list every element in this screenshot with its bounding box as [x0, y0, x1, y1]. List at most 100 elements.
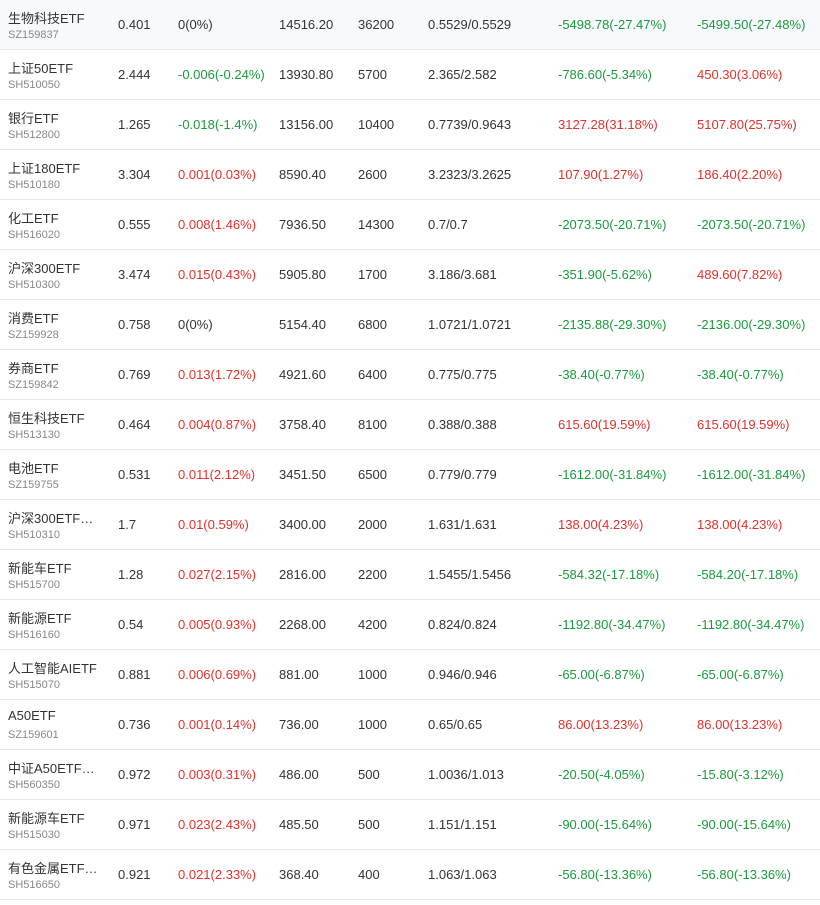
holding-row[interactable]: 上证50ETF SH510050 2.444 -0.006(-0.24%) 13…: [0, 50, 820, 100]
fund-name[interactable]: 中证A50ETF…: [8, 758, 95, 777]
fund-name-cell: 电池ETF SZ159755: [8, 450, 108, 499]
holding-quantity: 10400: [358, 117, 395, 132]
current-price: 0.758: [118, 317, 151, 332]
holding-quantity: 1000: [358, 717, 387, 732]
holding-row[interactable]: A50ETF SZ159601 0.736 0.001(0.14%) 736.0…: [0, 700, 820, 750]
fund-name[interactable]: 新能源ETF: [8, 608, 72, 627]
fund-code: SZ159601: [8, 729, 59, 741]
fund-name[interactable]: 上证180ETF: [8, 158, 80, 177]
cost-price: 1.0036/1.013: [428, 767, 504, 782]
fund-name[interactable]: 沪深300ETF: [8, 258, 80, 277]
total-profit-loss: -1612.00(-31.84%): [697, 467, 806, 482]
price-change: 0.001(0.03%): [178, 167, 257, 182]
current-price: 1.28: [118, 567, 144, 582]
holding-row[interactable]: 沪深300ETF… SH510310 1.7 0.01(0.59%) 3400.…: [0, 500, 820, 550]
total-profit-loss: -90.00(-15.64%): [697, 817, 791, 832]
cost-price: 0.5529/0.5529: [428, 17, 512, 32]
fund-name[interactable]: 恒生科技ETF: [8, 408, 85, 427]
market-value: 4921.60: [279, 367, 326, 382]
holding-row[interactable]: 消费ETF SZ159928 0.758 0(0%) 5154.40 6800 …: [0, 300, 820, 350]
price-change: 0.004(0.87%): [178, 417, 257, 432]
fund-name[interactable]: 电池ETF: [8, 458, 59, 477]
market-value: 14516.20: [279, 17, 334, 32]
holding-row[interactable]: 电池ETF SZ159755 0.531 0.011(2.12%) 3451.5…: [0, 450, 820, 500]
cost-price: 0.65/0.65: [428, 717, 483, 732]
holding-row[interactable]: 新能车ETF SH515700 1.28 0.027(2.15%) 2816.0…: [0, 550, 820, 600]
fund-name[interactable]: 券商ETF: [8, 358, 59, 377]
position-profit-loss: -786.60(-5.34%): [558, 67, 652, 82]
fund-name-cell: 新能车ETF SH515700: [8, 550, 108, 599]
fund-name[interactable]: 新能车ETF: [8, 558, 72, 577]
holding-row[interactable]: 券商ETF SZ159842 0.769 0.013(1.72%) 4921.6…: [0, 350, 820, 400]
fund-name-cell: 沪深300ETF… SH510310: [8, 500, 108, 549]
price-change: 0.013(1.72%): [178, 367, 257, 382]
holding-row[interactable]: 生物科技ETF SZ159837 0.401 0(0%) 14516.20 36…: [0, 0, 820, 50]
price-change: 0.023(2.43%): [178, 817, 257, 832]
fund-name[interactable]: 人工智能AIETF: [8, 658, 97, 677]
fund-name[interactable]: 上证50ETF: [8, 58, 73, 77]
fund-name[interactable]: 有色金属ETF…: [8, 858, 98, 877]
holding-row[interactable]: 有色金属ETF… SH516650 0.921 0.021(2.33%) 368…: [0, 850, 820, 900]
market-value: 368.40: [279, 867, 319, 882]
fund-name-cell: 生物科技ETF SZ159837: [8, 0, 108, 49]
fund-name-cell: 有色金属ETF… SH516650: [8, 850, 108, 899]
holding-quantity: 500: [358, 817, 380, 832]
holdings-table: 生物科技ETF SZ159837 0.401 0(0%) 14516.20 36…: [0, 0, 820, 900]
holding-row[interactable]: 恒生科技ETF SH513130 0.464 0.004(0.87%) 3758…: [0, 400, 820, 450]
market-value: 881.00: [279, 667, 319, 682]
fund-code: SH510300: [8, 279, 60, 291]
holding-row[interactable]: 中证A50ETF… SH560350 0.972 0.003(0.31%) 48…: [0, 750, 820, 800]
position-profit-loss: 86.00(13.23%): [558, 717, 644, 732]
total-profit-loss: -2073.50(-20.71%): [697, 217, 806, 232]
cost-price: 0.7739/0.9643: [428, 117, 512, 132]
total-profit-loss: 489.60(7.82%): [697, 267, 783, 282]
current-price: 0.971: [118, 817, 151, 832]
market-value: 2268.00: [279, 617, 326, 632]
holding-quantity: 36200: [358, 17, 395, 32]
fund-name-cell: 新能源车ETF SH515030: [8, 800, 108, 849]
cost-price: 1.063/1.063: [428, 867, 497, 882]
position-profit-loss: -584.32(-17.18%): [558, 567, 660, 582]
cost-price: 1.151/1.151: [428, 817, 497, 832]
price-change: -0.006(-0.24%): [178, 67, 265, 82]
fund-name[interactable]: 银行ETF: [8, 108, 59, 127]
holding-quantity: 6400: [358, 367, 387, 382]
market-value: 13156.00: [279, 117, 334, 132]
fund-name-cell: 上证50ETF SH510050: [8, 50, 108, 99]
holding-quantity: 2200: [358, 567, 387, 582]
holding-quantity: 8100: [358, 417, 387, 432]
holding-row[interactable]: 新能源ETF SH516160 0.54 0.005(0.93%) 2268.0…: [0, 600, 820, 650]
fund-name[interactable]: 化工ETF: [8, 208, 59, 227]
fund-name[interactable]: A50ETF: [8, 708, 56, 723]
market-value: 3400.00: [279, 517, 326, 532]
current-price: 1.7: [118, 517, 137, 532]
current-price: 3.304: [118, 167, 151, 182]
price-change: 0.005(0.93%): [178, 617, 257, 632]
current-price: 0.921: [118, 867, 151, 882]
holding-row[interactable]: 人工智能AIETF SH515070 0.881 0.006(0.69%) 88…: [0, 650, 820, 700]
holding-row[interactable]: 沪深300ETF SH510300 3.474 0.015(0.43%) 590…: [0, 250, 820, 300]
holding-row[interactable]: 化工ETF SH516020 0.555 0.008(1.46%) 7936.5…: [0, 200, 820, 250]
cost-price: 1.0721/1.0721: [428, 317, 512, 332]
holding-quantity: 4200: [358, 617, 387, 632]
cost-price: 3.2323/3.2625: [428, 167, 512, 182]
fund-name[interactable]: 沪深300ETF…: [8, 508, 93, 527]
current-price: 0.464: [118, 417, 151, 432]
position-profit-loss: 107.90(1.27%): [558, 167, 644, 182]
price-change: 0.015(0.43%): [178, 267, 257, 282]
fund-name[interactable]: 生物科技ETF: [8, 8, 85, 27]
holding-row[interactable]: 新能源车ETF SH515030 0.971 0.023(2.43%) 485.…: [0, 800, 820, 850]
total-profit-loss: -56.80(-13.36%): [697, 867, 791, 882]
holding-row[interactable]: 银行ETF SH512800 1.265 -0.018(-1.4%) 13156…: [0, 100, 820, 150]
fund-name[interactable]: 新能源车ETF: [8, 808, 85, 827]
fund-name[interactable]: 消费ETF: [8, 308, 59, 327]
holding-row[interactable]: 上证180ETF SH510180 3.304 0.001(0.03%) 859…: [0, 150, 820, 200]
position-profit-loss: -56.80(-13.36%): [558, 867, 652, 882]
market-value: 5905.80: [279, 267, 326, 282]
fund-code: SH515030: [8, 829, 60, 841]
position-profit-loss: -2135.88(-29.30%): [558, 317, 667, 332]
market-value: 8590.40: [279, 167, 326, 182]
holding-quantity: 1700: [358, 267, 387, 282]
position-profit-loss: 615.60(19.59%): [558, 417, 651, 432]
market-value: 736.00: [279, 717, 319, 732]
